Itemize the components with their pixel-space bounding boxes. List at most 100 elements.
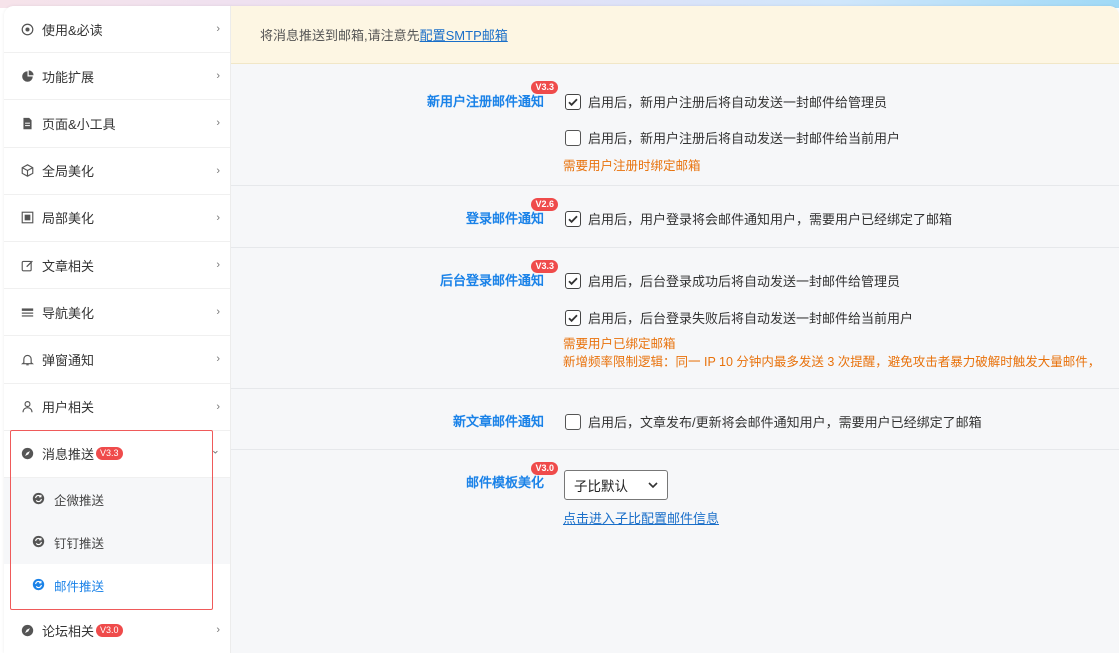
sidebar-subitem-dingtalk-push[interactable]: 钉钉推送	[4, 521, 230, 564]
register-notify-admin-option: 启用后，新用户注册后将自动发送一封邮件给管理员	[565, 92, 887, 111]
new-post-notify-option: 启用后，文章发布/更新将会邮件通知用户，需要用户已经绑定了邮箱	[565, 412, 982, 431]
register-notify-user-option: 启用后，新用户注册后将自动发送一封邮件给当前用户	[565, 128, 900, 147]
chevron-right-icon: ›	[216, 164, 220, 177]
login-email-label: 登录邮件通知 V2.6	[465, 198, 558, 227]
sidebar-item-label: 用户相关	[42, 400, 95, 416]
chevron-right-icon: ›	[216, 23, 220, 36]
frame-icon	[20, 211, 34, 225]
sidebar-item-label: 局部美化	[42, 211, 95, 227]
login-email-label-text: 登录邮件通知	[465, 211, 544, 226]
admin-login-fail-checkbox[interactable]	[565, 309, 581, 326]
email-template-label-text: 邮件模板美化	[465, 475, 544, 490]
sidebar: 使用&必读 › 功能扩展 › 页面&小工具 › 全局美化 › 局部美化 › 文章…	[4, 6, 231, 653]
notice-text: 将消息推送到邮箱,请注意先	[260, 28, 420, 43]
new-post-notify-checkbox[interactable]	[565, 413, 581, 430]
version-badge: V3.0	[96, 623, 123, 637]
admin-login-warning-rate-limit: 新增频率限制逻辑：同一 IP 10 分钟内最多发送 3 次提醒，避免攻击者暴力破…	[563, 355, 1101, 369]
sidebar-item-global-style[interactable]: 全局美化 ›	[4, 148, 230, 195]
sync-icon	[32, 492, 46, 506]
version-badge: V3.3	[531, 260, 558, 273]
chevron-right-icon: ›	[216, 117, 220, 130]
sidebar-item-pages[interactable]: 页面&小工具 ›	[4, 100, 230, 148]
sidebar-item-label: 导航美化	[42, 305, 95, 321]
sidebar-item-forum[interactable]: 论坛相关 V3.0 ›	[4, 607, 230, 653]
page-icon	[20, 116, 34, 130]
sidebar-subitem-label: 钉钉推送	[54, 536, 105, 551]
section-email-template: 邮件模板美化 V3.0 子比默认 点击进入子比配置邮件信息	[231, 450, 1119, 650]
settings-window: 使用&必读 › 功能扩展 › 页面&小工具 › 全局美化 › 局部美化 › 文章…	[4, 6, 1119, 653]
sidebar-item-label: 文章相关	[42, 258, 95, 274]
admin-login-success-option: 启用后，后台登录成功后将自动发送一封邮件给管理员	[565, 271, 900, 290]
sidebar-item-message-push[interactable]: 消息推送 V3.3 ⌄	[4, 431, 230, 478]
option-label: 启用后，文章发布/更新将会邮件通知用户，需要用户已经绑定了邮箱	[588, 415, 982, 430]
chevron-right-icon: ›	[216, 259, 220, 272]
section-new-post-email: 新文章邮件通知 启用后，文章发布/更新将会邮件通知用户，需要用户已经绑定了邮箱	[231, 389, 1119, 450]
chevron-down-icon: ⌄	[210, 444, 220, 457]
version-badge: V3.3	[531, 81, 558, 94]
chevron-right-icon: ›	[216, 306, 220, 319]
section-login-email: 登录邮件通知 V2.6 启用后，用户登录将会邮件通知用户，需要用户已经绑定了邮箱	[231, 186, 1119, 248]
target-icon	[20, 22, 34, 36]
version-badge: V3.0	[531, 462, 558, 475]
option-label: 启用后，后台登录失败后将自动发送一封邮件给当前用户	[588, 311, 914, 326]
smtp-config-link[interactable]: 配置SMTP邮箱	[420, 25, 508, 44]
sidebar-item-label: 消息推送	[42, 447, 95, 463]
option-label: 启用后，新用户注册后将自动发送一封邮件给当前用户	[588, 131, 901, 146]
sync-icon	[32, 535, 46, 549]
sidebar-item-posts[interactable]: 文章相关 ›	[4, 242, 230, 290]
pie-icon	[20, 69, 34, 83]
sidebar-subitem-label: 邮件推送	[54, 579, 105, 594]
admin-login-success-checkbox[interactable]	[565, 272, 581, 289]
sync-icon	[32, 578, 46, 592]
admin-login-email-label: 后台登录邮件通知 V3.3	[439, 260, 558, 289]
login-notify-option: 启用后，用户登录将会邮件通知用户，需要用户已经绑定了邮箱	[565, 209, 952, 228]
register-notify-user-checkbox[interactable]	[565, 129, 581, 146]
chevron-right-icon: ›	[216, 353, 220, 366]
compass-icon	[20, 623, 34, 637]
admin-login-fail-option: 启用后，后台登录失败后将自动发送一封邮件给当前用户	[565, 308, 913, 327]
sidebar-item-popup[interactable]: 弹窗通知 ›	[4, 336, 230, 384]
sidebar-item-label: 弹窗通知	[42, 352, 95, 368]
sidebar-item-usage[interactable]: 使用&必读 ›	[4, 6, 230, 54]
bell-icon	[20, 352, 34, 366]
cube-icon	[20, 164, 34, 178]
register-notify-admin-checkbox[interactable]	[565, 93, 581, 110]
sidebar-item-users[interactable]: 用户相关 ›	[4, 384, 230, 431]
register-email-label-text: 新用户注册邮件通知	[426, 94, 544, 109]
sidebar-item-navigation[interactable]: 导航美化 ›	[4, 289, 230, 337]
sidebar-item-label: 论坛相关	[42, 623, 95, 639]
sidebar-subitem-label: 企微推送	[54, 493, 105, 508]
section-admin-login-email: 后台登录邮件通知 V3.3 启用后，后台登录成功后将自动发送一封邮件给管理员 启…	[231, 248, 1119, 389]
admin-login-warning-email: 需要用户已绑定邮箱	[563, 337, 676, 351]
login-notify-checkbox[interactable]	[565, 210, 581, 227]
chevron-right-icon: ›	[216, 624, 220, 637]
section-register-email: 新用户注册邮件通知 V3.3 启用后，新用户注册后将自动发送一封邮件给管理员 启…	[231, 64, 1119, 186]
email-template-select[interactable]: 子比默认	[564, 470, 668, 500]
sidebar-item-label: 使用&必读	[42, 22, 103, 38]
sidebar-subitem-email-push[interactable]: 邮件推送	[4, 563, 230, 607]
sidebar-item-extensions[interactable]: 功能扩展 ›	[4, 53, 230, 101]
compass-icon	[20, 447, 34, 461]
chevron-down-icon	[647, 479, 659, 494]
select-value: 子比默认	[574, 479, 628, 494]
chevron-right-icon: ›	[216, 400, 220, 413]
user-icon	[20, 400, 34, 414]
edit-icon	[20, 258, 34, 272]
version-badge: V3.3	[96, 447, 123, 461]
email-config-link[interactable]: 点击进入子比配置邮件信息	[563, 508, 719, 527]
option-label: 启用后，用户登录将会邮件通知用户，需要用户已经绑定了邮箱	[588, 212, 953, 227]
email-template-label: 邮件模板美化 V3.0	[465, 462, 558, 491]
chevron-right-icon: ›	[216, 211, 220, 224]
admin-login-email-label-text: 后台登录邮件通知	[439, 273, 544, 288]
sidebar-item-label: 功能扩展	[42, 69, 95, 85]
register-email-warning: 需要用户注册时绑定邮箱	[563, 159, 701, 173]
option-label: 启用后，后台登录成功后将自动发送一封邮件给管理员	[588, 274, 901, 289]
sidebar-item-label: 页面&小工具	[42, 116, 116, 132]
submenu-message-push: 企微推送 钉钉推送 邮件推送	[4, 477, 230, 607]
sidebar-item-label: 全局美化	[42, 164, 95, 180]
smtp-notice-banner: 将消息推送到邮箱,请注意先 配置SMTP邮箱	[231, 6, 1119, 64]
sidebar-item-local-style[interactable]: 局部美化 ›	[4, 195, 230, 242]
nav-icon	[20, 305, 34, 319]
version-badge: V2.6	[531, 198, 558, 211]
sidebar-subitem-wecom-push[interactable]: 企微推送	[4, 478, 230, 521]
